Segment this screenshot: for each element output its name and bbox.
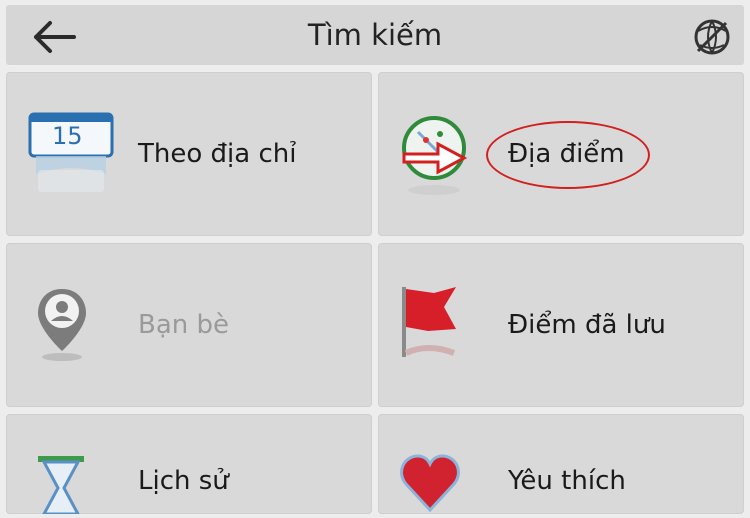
tile-label: Điểm đã lưu [508,310,666,340]
tile-places[interactable]: Địa điểm [378,72,744,236]
heart-icon [398,454,462,514]
tile-label: Lịch sử [138,466,229,496]
tile-label: Địa điểm [508,139,625,169]
tile-favorites[interactable]: Yêu thích [378,414,744,514]
hourglass-icon [36,454,86,516]
map-toggle-button[interactable] [692,17,732,57]
friend-pin-icon [34,285,90,365]
tile-label: Bạn bè [138,310,230,340]
tile-label: Theo địa chỉ [138,139,297,169]
red-flag-icon [398,283,468,369]
globe-off-icon [694,19,730,55]
tile-label: Yêu thích [508,466,626,496]
tile-by-address[interactable]: 15 Theo địa chỉ [6,72,372,236]
page-title: Tìm kiếm [307,18,443,52]
calendar-address-icon: 15 [26,110,118,198]
poi-compass-icon [398,112,478,198]
calendar-badge: 15 [52,122,83,150]
tile-saved-places[interactable]: Điểm đã lưu [378,243,744,407]
top-bar: Tìm kiếm [6,5,744,65]
tile-friends[interactable]: Bạn bè [6,243,372,407]
tile-history[interactable]: Lịch sử [6,414,372,516]
